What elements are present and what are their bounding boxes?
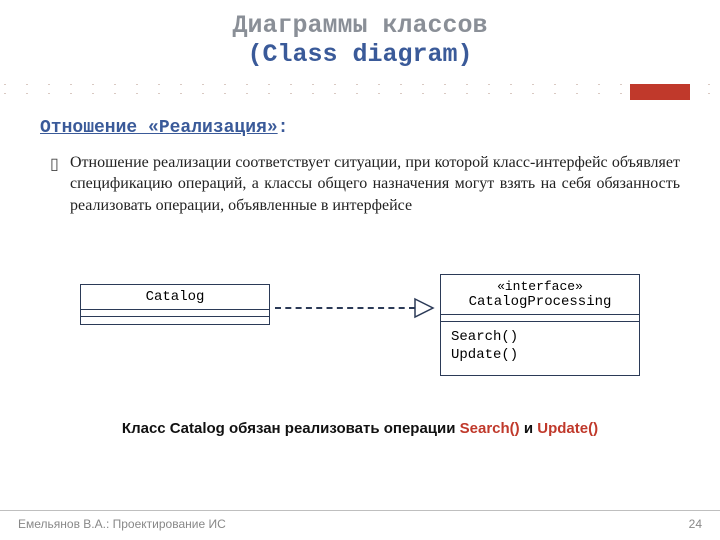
interface-stereotype: «interface» xyxy=(451,279,629,294)
caption-op1: Search() xyxy=(460,420,520,437)
slide-title: Диаграммы классов (Class diagram) xyxy=(0,0,720,84)
body-paragraph: ▯ Отношение реализации соответствует сит… xyxy=(70,152,680,217)
uml-diagram: Catalog «interface» CatalogProcessing Se… xyxy=(80,274,640,394)
op-update: Update() xyxy=(451,346,629,364)
diagram-caption: Класс Catalog обязан реализовать операци… xyxy=(40,420,680,437)
op-search: Search() xyxy=(451,328,629,346)
interface-ops: Search() Update() xyxy=(441,322,639,374)
caption-mid: и xyxy=(520,420,538,437)
interface-name: CatalogProcessing xyxy=(451,294,629,310)
footer-author: Емельянов В.А.: Проектирование ИС xyxy=(18,517,226,531)
arrow-head-icon xyxy=(413,297,435,319)
title-line2: (Class diagram) xyxy=(0,41,720,70)
catalog-attrs-empty xyxy=(81,310,269,317)
bullet-icon: ▯ xyxy=(50,154,59,176)
decorative-rule xyxy=(4,84,716,94)
dashed-line xyxy=(275,307,415,309)
caption-op2: Update() xyxy=(537,420,598,437)
paragraph-text: Отношение реализации соответствует ситуа… xyxy=(70,154,680,214)
class-interface: «interface» CatalogProcessing Search() U… xyxy=(440,274,640,375)
class-catalog: Catalog xyxy=(80,284,270,325)
footer-page: 24 xyxy=(689,517,702,531)
slide-footer: Емельянов В.А.: Проектирование ИС 24 xyxy=(0,510,720,531)
caption-prefix: Класс Catalog обязан реализовать операци… xyxy=(122,420,460,437)
subtitle-colon: : xyxy=(278,118,289,138)
catalog-ops-empty xyxy=(81,317,269,324)
subtitle-text: Отношение «Реализация» xyxy=(40,118,278,138)
realization-arrow xyxy=(275,298,437,318)
interface-header: «interface» CatalogProcessing xyxy=(441,275,639,315)
interface-attrs-empty xyxy=(441,315,639,322)
title-line1: Диаграммы классов xyxy=(0,12,720,41)
section-subtitle: Отношение «Реализация»: xyxy=(40,118,680,138)
accent-box xyxy=(630,84,690,100)
catalog-name: Catalog xyxy=(81,285,269,310)
